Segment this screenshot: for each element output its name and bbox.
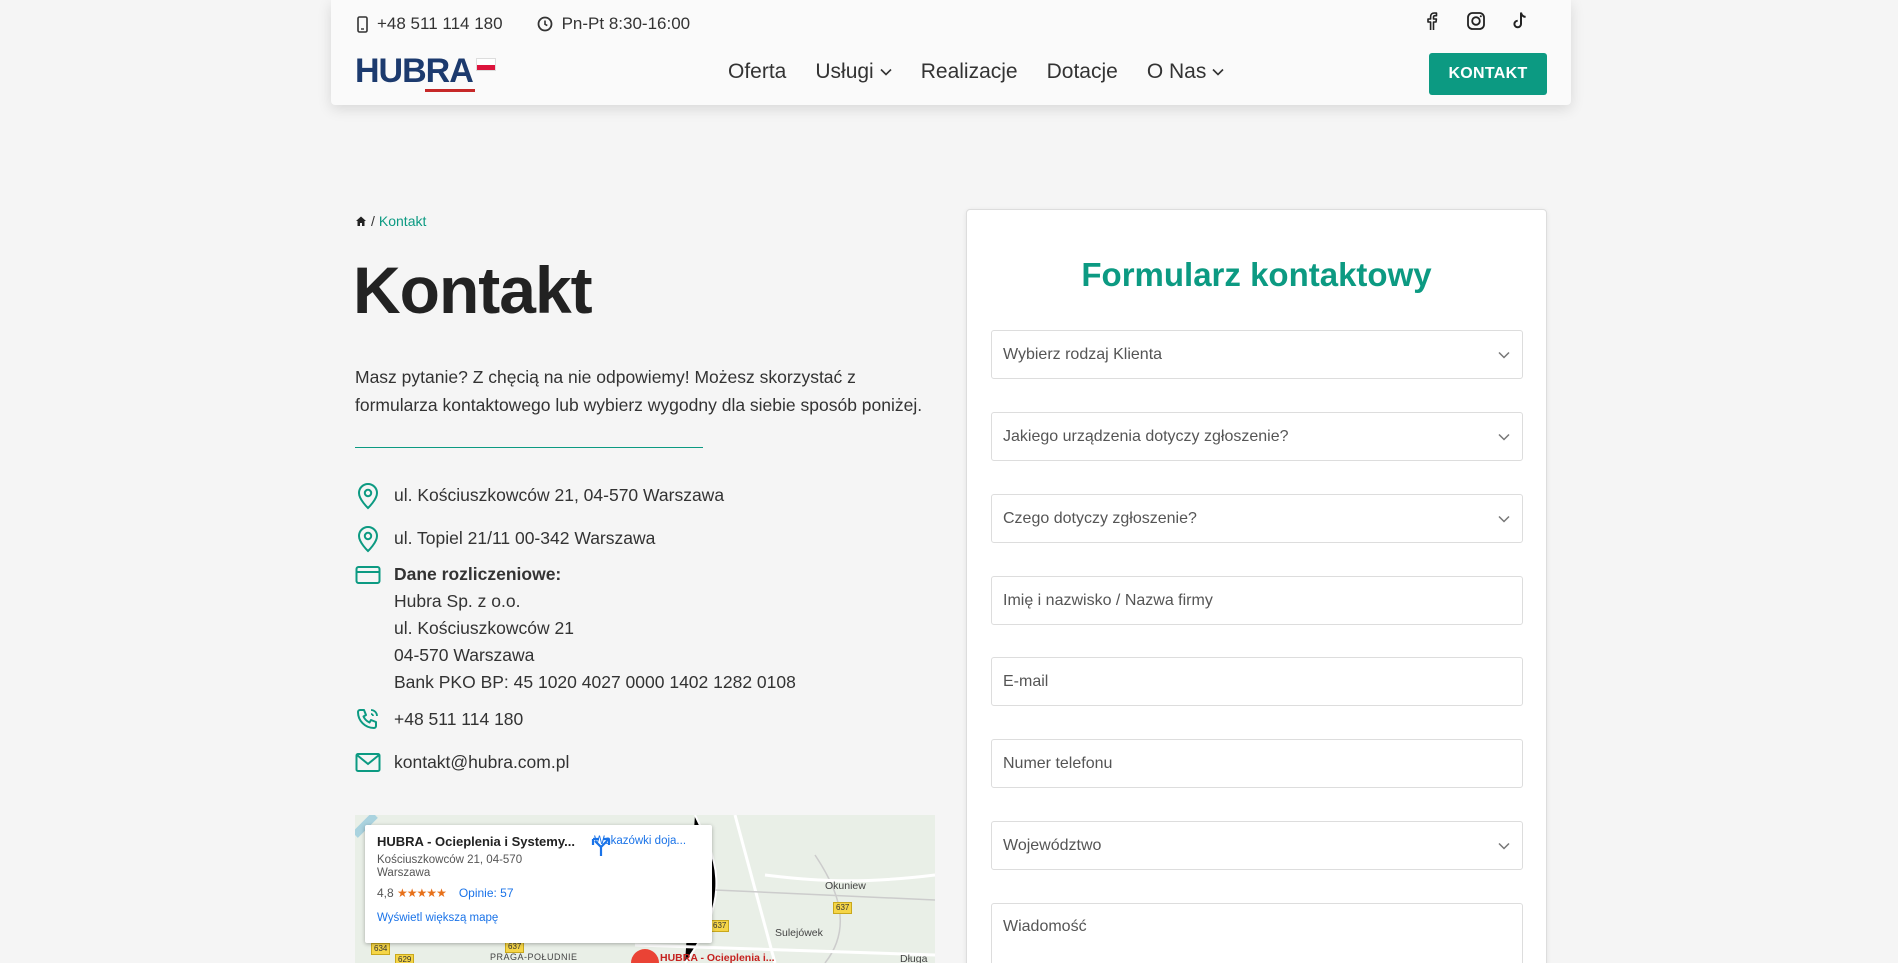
chevron-down-icon <box>1498 351 1510 359</box>
directions-button[interactable]: Wskazówki doja... <box>590 835 690 856</box>
larger-map-link[interactable]: Wyświetl większą mapę <box>377 912 700 924</box>
envelope-icon <box>355 753 381 772</box>
header-phone: +48 511 114 180 <box>377 14 503 33</box>
map-place-card: HUBRA - Ocieplenia i Systemy... Kościusz… <box>365 825 712 943</box>
breadcrumb: / Kontakt <box>355 213 426 229</box>
address-row-1: ul. Kościuszkowców 21, 04-570 Warszawa <box>355 482 915 510</box>
nav-uslugi[interactable]: Usługi <box>815 60 892 84</box>
map-reviews-link[interactable]: Opinie: 57 <box>459 886 514 900</box>
tiktok-icon[interactable] <box>1509 10 1531 32</box>
contact-email[interactable]: kontakt@hubra.com.pl <box>394 749 569 776</box>
nav-o-nas[interactable]: O Nas <box>1147 60 1225 84</box>
breadcrumb-current: Kontakt <box>378 213 427 229</box>
road-badge: 629 <box>395 954 415 963</box>
billing-line: ul. Kościuszkowców 21 <box>394 618 574 638</box>
chevron-down-icon <box>880 68 892 76</box>
billing-line: 04-570 Warszawa <box>394 645 535 665</box>
phone-link[interactable]: +48 511 114 180 <box>357 14 503 34</box>
chevron-down-icon <box>1498 842 1510 850</box>
location-pin-icon <box>357 483 379 510</box>
map-label-okuniew: Okuniew <box>825 880 866 892</box>
address-1: ul. Kościuszkowców 21, 04-570 Warszawa <box>394 485 725 505</box>
device-select[interactable]: Jakiego urządzenia dotyczy zgłoszenie? <box>991 412 1523 461</box>
client-type-select[interactable]: Wybierz rodzaj Klienta <box>991 330 1523 379</box>
phone-input[interactable]: Numer telefonu <box>991 739 1523 788</box>
nav-dotacje[interactable]: Dotacje <box>1047 60 1118 84</box>
map-rating: 4,8 ★★★★★ Opinie: 57 <box>377 886 700 900</box>
chevron-down-icon <box>1498 515 1510 523</box>
email-input[interactable]: E-mail <box>991 657 1523 706</box>
region-select[interactable]: Województwo <box>991 821 1523 870</box>
billing-line: Bank PKO BP: 45 1020 4027 0000 1402 1282… <box>394 672 796 692</box>
road-badge: 637 <box>710 920 730 932</box>
location-pin-icon <box>357 526 379 553</box>
mobile-phone-icon <box>357 15 368 33</box>
top-bar: +48 511 114 180 Pn-Pt 8:30-16:00 <box>357 14 690 34</box>
billing-row: Dane rozliczeniowe: Hubra Sp. z o.o. ul.… <box>355 561 915 696</box>
map-place-address: Kościuszkowców 21, 04-570 Warszawa <box>377 854 523 879</box>
map-label-praga: PRAGA-POŁUDNIE <box>490 952 578 962</box>
road-badge: 637 <box>833 902 853 914</box>
billing-title: Dane rozliczeniowe: <box>394 564 562 584</box>
map-place-name[interactable]: HUBRA - Ocieplenia i Systemy... <box>377 834 587 849</box>
map-label-sulejowek: Sulejówek <box>775 927 823 939</box>
name-input[interactable]: Imię i nazwisko / Nazwa firmy <box>991 576 1523 625</box>
home-icon[interactable] <box>355 215 367 227</box>
phone-row[interactable]: +48 511 114 180 <box>355 706 915 734</box>
phone-icon <box>357 709 378 729</box>
billing-line: Hubra Sp. z o.o. <box>394 591 521 611</box>
contact-phone[interactable]: +48 511 114 180 <box>394 706 523 733</box>
address-2: ul. Topiel 21/11 00-342 Warszawa <box>394 528 656 548</box>
form-title: Formularz kontaktowy <box>1081 256 1432 293</box>
directions-icon <box>591 837 611 856</box>
social-links <box>1421 10 1531 32</box>
section-divider <box>355 447 703 448</box>
header-hours: Pn-Pt 8:30-16:00 <box>561 14 691 33</box>
map-label-hubra: HUBRA - Ocieplenia i... <box>660 952 775 963</box>
logo-text: HUBRA <box>355 52 475 92</box>
rating-value: 4,8 ★★★★★ <box>377 886 447 900</box>
map-label-dluga: Długa <box>900 953 928 963</box>
google-map[interactable]: Okuniew Sulejówek PRAGA-POŁUDNIE Długa H… <box>355 815 935 963</box>
clock-icon <box>537 16 552 32</box>
nav-oferta[interactable]: Oferta <box>728 60 786 84</box>
opening-hours: Pn-Pt 8:30-16:00 <box>537 14 691 34</box>
facebook-icon[interactable] <box>1421 10 1443 32</box>
page-title: Kontakt <box>353 253 593 327</box>
main-nav: Oferta Usługi Realizacje Dotacje O Nas <box>728 60 1224 84</box>
kontakt-button[interactable]: KONTAKT <box>1429 53 1547 95</box>
site-header: +48 511 114 180 Pn-Pt 8:30-16:00 HUBRA O… <box>331 0 1571 105</box>
contact-details: ul. Kościuszkowców 21, 04-570 Warszawa u… <box>355 482 915 777</box>
billing-details: Dane rozliczeniowe: Hubra Sp. z o.o. ul.… <box>394 561 796 696</box>
address-row-2: ul. Topiel 21/11 00-342 Warszawa <box>355 525 915 553</box>
chevron-down-icon <box>1498 433 1510 441</box>
contact-form: Formularz kontaktowy Wybierz rodzaj Klie… <box>966 209 1547 963</box>
chevron-down-icon <box>1212 68 1224 76</box>
instagram-icon[interactable] <box>1465 10 1487 32</box>
message-textarea[interactable]: Wiadomość <box>991 903 1523 963</box>
intro-text: Masz pytanie? Z chęcią na nie odpowiemy!… <box>355 367 923 415</box>
poland-flag-icon <box>475 58 496 71</box>
nav-realizacje[interactable]: Realizacje <box>921 60 1018 84</box>
star-rating-icon: ★★★★★ <box>397 886 447 900</box>
email-row[interactable]: kontakt@hubra.com.pl <box>355 749 915 777</box>
road-badge: 634 <box>371 943 391 955</box>
topic-select[interactable]: Czego dotyczy zgłoszenie? <box>991 494 1523 543</box>
breadcrumb-separator: / <box>371 213 375 229</box>
hubra-logo[interactable]: HUBRA <box>355 52 496 92</box>
credit-card-icon <box>355 566 381 584</box>
